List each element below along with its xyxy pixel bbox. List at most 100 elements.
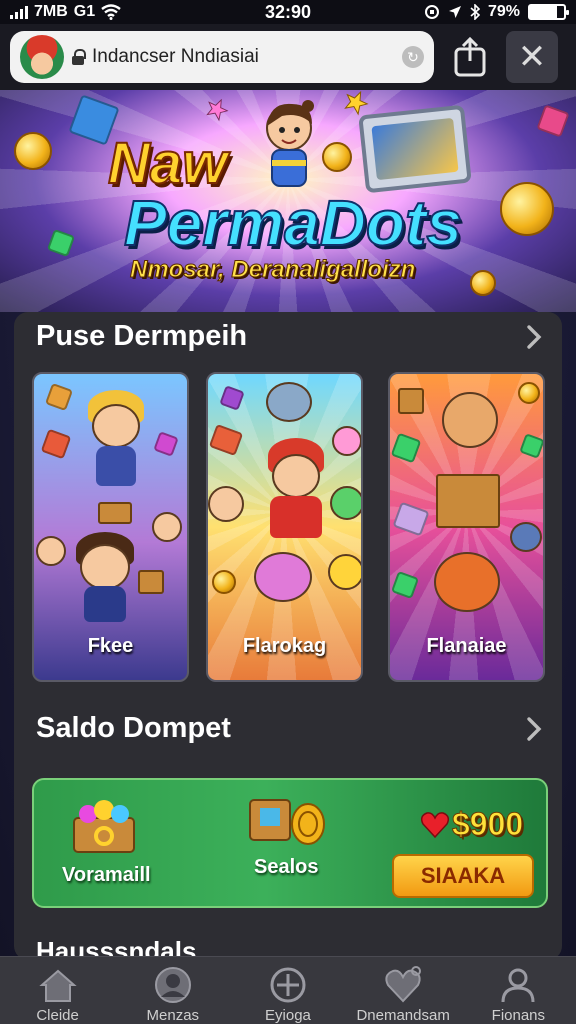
- wifi-icon: [101, 4, 121, 20]
- nav-label: Fionans: [491, 1007, 546, 1024]
- hero-subtitle: Nmosar, Deranaligalloizn: [129, 256, 416, 284]
- wallet-balance: $900: [451, 806, 524, 843]
- coin-icon: [518, 382, 540, 404]
- share-icon: [454, 37, 486, 77]
- treasure-chest-icon: [73, 800, 135, 853]
- nav-item-menzas[interactable]: Menzas: [118, 965, 228, 1024]
- content-panel: Puse Dermpeih Fkee Flarokag Flanaiae Sal…: [14, 312, 562, 960]
- crate-icon: [98, 502, 132, 524]
- character-body: [84, 586, 126, 622]
- nav-label: Eyioga: [265, 1007, 311, 1024]
- lock-icon: [72, 49, 86, 65]
- close-button[interactable]: ✕: [506, 31, 558, 83]
- character-head: [510, 522, 542, 552]
- nav-item-eyioga[interactable]: Eyioga: [233, 965, 343, 1024]
- cube-icon: [46, 228, 76, 258]
- character-head: [92, 404, 140, 448]
- character-head: [36, 536, 66, 566]
- cube-icon: [519, 433, 543, 459]
- crate-icon: [138, 570, 164, 594]
- character-head: [208, 486, 244, 522]
- coin-icon: [500, 182, 554, 236]
- profile-icon: [501, 968, 535, 1003]
- chest-icon: [436, 474, 500, 528]
- avatar[interactable]: [20, 35, 64, 79]
- battery-icon: [528, 4, 569, 20]
- coin-icon: [322, 142, 352, 172]
- character-head: [80, 544, 130, 590]
- character-head: [152, 512, 182, 542]
- status-bar: 7MB G1 32:90 79%: [0, 0, 576, 24]
- nav-label: Cleide: [36, 1007, 79, 1024]
- cube-icon: [390, 432, 422, 464]
- character-head: [328, 554, 361, 590]
- cube-icon: [390, 570, 420, 600]
- cube-icon: [536, 104, 570, 138]
- game-card[interactable]: Fkee: [32, 372, 189, 682]
- game-card[interactable]: Flarokag: [206, 372, 363, 682]
- nav-item-dnemandsam[interactable]: Dnemandsam: [348, 965, 458, 1024]
- nav-label: Menzas: [146, 1007, 200, 1024]
- character-body: [270, 496, 322, 538]
- browser-toolbar: Indancser Nndiasiai ↻ ✕: [0, 24, 576, 90]
- chevron-right-icon[interactable]: [522, 324, 546, 349]
- bluetooth-icon: [470, 4, 480, 20]
- wallet-section-title: Saldo Dompet: [36, 712, 231, 744]
- crate-icon: [398, 388, 424, 414]
- cube-icon: [153, 431, 179, 457]
- character-head: [272, 454, 320, 498]
- reload-icon[interactable]: ↻: [402, 46, 424, 68]
- game-card[interactable]: Flanaiae: [388, 372, 545, 682]
- bottom-nav: Cleide Menzas Eyioga Dnemandsam Fionans: [0, 956, 576, 1024]
- close-icon: ✕: [517, 38, 547, 76]
- battery-percent: 79%: [487, 3, 520, 20]
- character-head: [332, 426, 361, 456]
- home-icon: [38, 969, 77, 1002]
- nav-item-fionans[interactable]: Fionans: [463, 965, 573, 1024]
- address-bar[interactable]: Indancser Nndiasiai ↻: [10, 31, 434, 83]
- share-button[interactable]: [444, 31, 496, 83]
- character-body: [96, 446, 136, 486]
- character-head: [266, 382, 312, 422]
- character-illustration: [266, 100, 314, 187]
- games-section-title: Puse Dermpeih: [36, 320, 248, 352]
- wallet-action-button[interactable]: SIAAKA: [392, 854, 534, 898]
- heart-icon: [385, 966, 422, 1003]
- compass-icon: [270, 967, 306, 1003]
- game-card-label: Flanaiae: [426, 635, 507, 657]
- tv-illustration: [358, 104, 472, 194]
- character-head: [434, 552, 500, 612]
- character-head: [254, 552, 312, 602]
- coin-box-icon: [249, 799, 325, 845]
- cube-icon: [40, 428, 72, 460]
- carrier-text: 7MB: [34, 3, 68, 20]
- chevron-right-icon[interactable]: [522, 716, 546, 741]
- nav-item-home[interactable]: Cleide: [3, 965, 113, 1024]
- wallet-card[interactable]: Voramaill Sealos $900 SIAAKA: [32, 778, 548, 908]
- coin-icon: [14, 132, 52, 170]
- star-icon: [206, 98, 229, 122]
- character-head: [442, 392, 498, 448]
- rotation-lock-icon: [424, 5, 439, 19]
- wallet-section-header[interactable]: Saldo Dompet: [36, 712, 546, 745]
- network-text: G1: [73, 3, 96, 20]
- character-head: [330, 486, 361, 520]
- cube-icon: [208, 423, 244, 457]
- clock: 32:90: [264, 1, 312, 22]
- wallet-item-label: Voramaill: [62, 864, 151, 886]
- url-text[interactable]: Indancser Nndiasiai: [92, 46, 394, 68]
- coin-icon: [212, 570, 236, 594]
- cube-icon: [219, 385, 245, 411]
- games-section-header[interactable]: Puse Dermpeih: [36, 320, 546, 353]
- cube-icon: [44, 382, 74, 412]
- wallet-item-label: Sealos: [254, 856, 319, 878]
- user-icon: [154, 967, 191, 1003]
- hero-title-line2: PermaDots: [123, 186, 463, 260]
- hero-banner[interactable]: Naw PermaDots Nmosar, Deranaligalloizn: [0, 90, 576, 312]
- cube-icon: [392, 501, 430, 537]
- coin-icon: [470, 270, 496, 296]
- location-icon: [448, 6, 461, 18]
- heart-icon: [420, 812, 450, 839]
- signal-icon: [10, 5, 28, 19]
- game-card-label: Flarokag: [242, 635, 327, 657]
